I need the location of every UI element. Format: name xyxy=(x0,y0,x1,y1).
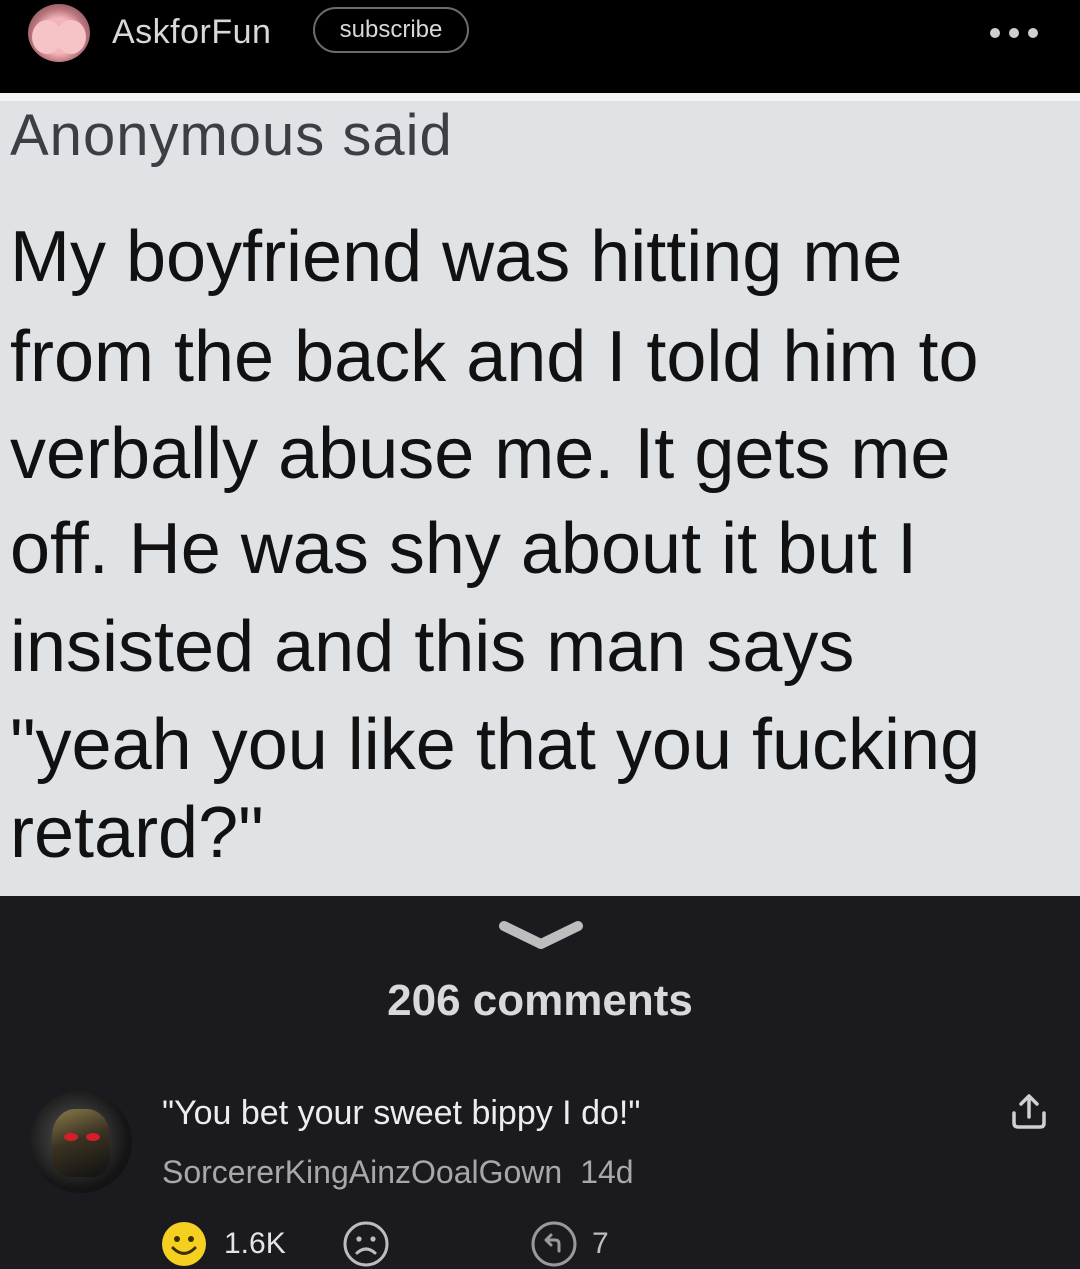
subscribe-button[interactable]: subscribe xyxy=(313,7,469,53)
post-line-3: verbally abuse me. It gets me xyxy=(10,414,951,494)
avatar-shape-right xyxy=(56,20,86,54)
commenter-avatar[interactable] xyxy=(30,1091,132,1193)
happy-face-icon[interactable] xyxy=(160,1220,208,1268)
chevron-down-icon[interactable] xyxy=(498,918,584,954)
post-image: Anonymous said My boyfriend was hitting … xyxy=(0,93,1080,896)
comment-text: "You bet your sweet bippy I do!" xyxy=(162,1094,641,1132)
avatar-eye-left xyxy=(64,1133,78,1141)
like-count: 1.6K xyxy=(224,1227,286,1260)
post-heading: Anonymous said xyxy=(10,103,453,168)
top-bar: AskforFun subscribe xyxy=(0,0,1080,93)
post-line-5: insisted and this man says xyxy=(10,607,855,687)
post-line-7: retard?" xyxy=(10,793,264,873)
sad-face-icon[interactable] xyxy=(342,1220,390,1268)
comments-count: 206 comments xyxy=(387,976,693,1025)
comment-meta: SorcererKingAinzOoalGown 14d xyxy=(162,1150,634,1194)
post-line-1: My boyfriend was hitting me xyxy=(10,217,903,297)
more-dots-icon[interactable] xyxy=(990,28,1038,38)
avatar-eye-right xyxy=(86,1133,100,1141)
avatar-helmet-shape xyxy=(52,1109,110,1177)
reply-icon[interactable] xyxy=(530,1220,578,1268)
comment-author[interactable]: SorcererKingAinzOoalGown xyxy=(162,1154,562,1190)
comment-actions: 1.6K 7 xyxy=(0,1218,1080,1268)
channel-avatar[interactable] xyxy=(28,4,90,62)
post-image-top-strip xyxy=(0,93,1080,101)
share-icon[interactable] xyxy=(1010,1093,1048,1131)
post-line-6: "yeah you like that you fucking xyxy=(10,705,981,785)
post-line-2: from the back and I told him to xyxy=(10,317,979,397)
comment-age: 14d xyxy=(580,1154,634,1190)
channel-name[interactable]: AskforFun xyxy=(112,10,271,54)
post-line-4: off. He was shy about it but I xyxy=(10,509,918,589)
reply-count: 7 xyxy=(592,1227,609,1260)
